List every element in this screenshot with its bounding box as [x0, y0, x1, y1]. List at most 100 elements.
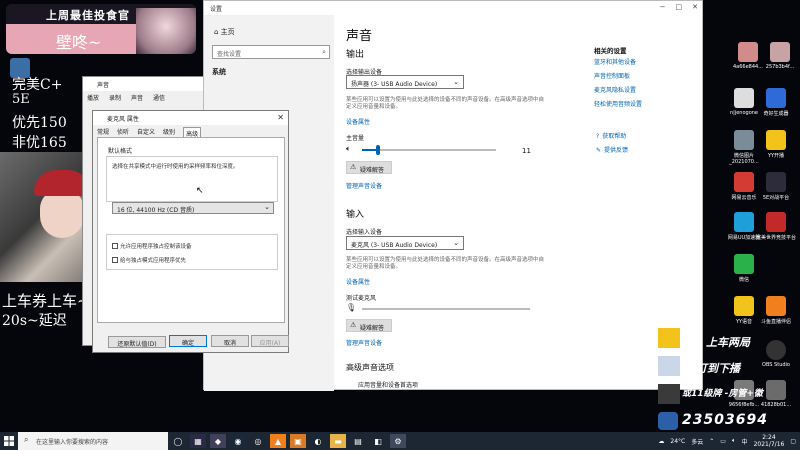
input-device-label: 选择输入设备	[346, 229, 383, 236]
promo-line-2: 20s~延迟	[2, 313, 67, 329]
troubleshoot-label-1: 疑难解答	[360, 167, 385, 174]
start-button[interactable]	[0, 432, 18, 450]
tab-sounds[interactable]: 声音	[131, 93, 143, 102]
desktop-icon-13[interactable]: 斗鱼直播伴侣	[756, 296, 796, 325]
related-link-ease-audio[interactable]: 轻松使用音频设置	[594, 99, 642, 108]
cancel-button[interactable]: 取消	[211, 335, 249, 347]
taskbar-app-1[interactable]: ▦	[190, 434, 206, 448]
overlay-line-1: 完美C+	[12, 77, 63, 93]
netease-music-icon	[734, 172, 754, 192]
manage-devices-link-1[interactable]: 管理声音设备	[346, 181, 382, 190]
steam-icon[interactable]: ◉	[230, 434, 246, 448]
exclusive-mode-group	[106, 234, 278, 270]
nav-home[interactable]: ⌂ 主页	[214, 27, 235, 37]
output-heading: 输出	[346, 50, 365, 60]
checkbox-label-2: 给与独占模式应用程序优先	[120, 258, 187, 264]
desktop-icon-10[interactable]: 完美世界竞技平台	[756, 212, 796, 241]
warning-icon: ⚠	[350, 321, 357, 329]
nav-home-label: 主页	[220, 28, 235, 36]
right-title: 上车两局	[706, 336, 750, 349]
overlay-line-4: 非优165	[12, 135, 67, 151]
related-link-mic-privacy[interactable]: 麦克风隐私设置	[594, 85, 636, 94]
chevron-down-icon: ⌄	[453, 78, 459, 86]
exclusive-priority-checkbox[interactable]: 给与独占模式应用程序优先	[112, 256, 186, 264]
image-icon	[734, 130, 754, 150]
help-link-get-help[interactable]: ? 获取帮助	[596, 131, 626, 140]
related-link-sound-panel[interactable]: 声音控制面板	[594, 71, 630, 80]
volume-tray-icon[interactable]: 🔈︎	[732, 437, 736, 445]
taskbar-app-3[interactable]: ▣	[290, 434, 306, 448]
minimize-icon[interactable]: −	[660, 3, 666, 11]
tab-communications[interactable]: 通信	[153, 93, 165, 102]
desktop-icon-2[interactable]: 257b3b4f...	[760, 42, 800, 70]
fish-icon	[658, 412, 678, 430]
5e-icon	[766, 172, 786, 192]
volume-thumb[interactable]	[376, 145, 380, 155]
yy-icon	[766, 130, 786, 150]
tab-playback[interactable]: 播放	[87, 93, 99, 102]
advanced-app-volume[interactable]: 应用音量和设备首选项	[358, 380, 418, 389]
taskbar-app-4[interactable]: ▤	[350, 434, 366, 448]
default-format-desc: 选择在共享模式中运行时使用的采样频率和位深度。	[112, 164, 239, 170]
banner-name: 壁咚~	[6, 24, 146, 54]
exclusive-control-checkbox[interactable]: 允许应用程序独占控制该设备	[112, 242, 192, 250]
nav-system[interactable]: 系统	[212, 67, 226, 77]
input-device-dropdown[interactable]: 麦克风 (3- USB Audio Device) ⌄	[346, 236, 464, 250]
task-view-icon[interactable]: ◯	[170, 434, 186, 448]
device-properties-link-1[interactable]: 设备属性	[346, 117, 370, 126]
desktop-icon-11[interactable]: 微信	[724, 254, 764, 283]
notification-icon[interactable]: ▢	[790, 438, 796, 445]
desktop-icon-8[interactable]: 5E对战平台	[756, 172, 796, 201]
douyu-taskbar-icon[interactable]: ▲	[270, 434, 286, 448]
ime-indicator[interactable]: 中	[742, 437, 748, 446]
network-tray-icon[interactable]: ▭	[720, 438, 726, 445]
search-icon: ⌕	[24, 435, 29, 444]
chrome-icon[interactable]: ◎	[250, 434, 266, 448]
close-icon[interactable]: ✕	[692, 3, 698, 11]
advanced-panel: 默认格式 选择在共享模式中运行时使用的采样频率和位深度。 16 位, 44100…	[97, 137, 285, 348]
taskbar-search-input[interactable]: ⌕ 在这里输入你要搜索的内容	[18, 432, 168, 450]
device-properties-link-2[interactable]: 设备属性	[346, 277, 370, 286]
close-icon[interactable]: ✕	[277, 113, 284, 122]
clock[interactable]: 2:24 2021/7/16	[754, 434, 785, 448]
image-icon	[770, 42, 790, 62]
tab-recording[interactable]: 录制	[109, 93, 121, 102]
obs-taskbar-icon[interactable]: ◐	[310, 434, 326, 448]
sound-dialog-tabs: 播放 录制 声音 通信	[87, 93, 165, 102]
master-volume-slider[interactable]	[362, 145, 496, 155]
help-link-feedback[interactable]: ✎ 提供反馈	[596, 145, 628, 154]
maximize-icon[interactable]: □	[676, 3, 683, 11]
troubleshoot-button-1[interactable]: ⚠ 疑难解答	[346, 161, 392, 174]
overlay-line-2: 5E	[12, 92, 30, 107]
tray-chevron-icon[interactable]: ⌃	[709, 438, 714, 445]
taskbar-app-2[interactable]: ◆	[210, 434, 226, 448]
desktop-icon-6[interactable]: YY开播	[756, 130, 796, 159]
desktop-icon-4[interactable]: 奇好生成器	[756, 88, 796, 117]
restore-defaults-button[interactable]: 还原默认值(D)	[108, 336, 166, 348]
taskbar-app-5[interactable]: ◧	[370, 434, 386, 448]
wechat-icon	[734, 254, 754, 274]
checkbox-box	[112, 243, 118, 249]
test-mic-label: 测试麦克风	[346, 295, 377, 302]
system-tray: ☁ 24°C 多云 ⌃ ▭ 🔈︎ 中 2:24 2021/7/16 ▢	[658, 432, 796, 450]
output-device-dropdown[interactable]: 扬声器 (3- USB Audio Device) ⌄	[346, 75, 464, 89]
settings-search-input[interactable]: 查找设置 ⌕	[212, 45, 330, 59]
apply-button[interactable]: 应用(A)	[251, 335, 289, 347]
manage-devices-link-2[interactable]: 管理声音设备	[346, 338, 382, 347]
folder-icon[interactable]: ▬	[330, 434, 346, 448]
perfect-world-icon	[766, 212, 786, 232]
related-link-bluetooth[interactable]: 蓝牙和其他设备	[594, 57, 636, 66]
feedback-icon: ✎	[596, 147, 602, 154]
input-heading: 输入	[346, 210, 365, 220]
ok-button[interactable]: 确定	[169, 335, 207, 347]
mic-properties-dialog: 麦克风 属性 ✕ 常规 侦听 自定义 级别 高级 默认格式 选择在共享模式中运行…	[92, 110, 289, 353]
speaker-icon[interactable]: 🔈︎	[346, 144, 351, 154]
weather-icon[interactable]: ☁	[658, 438, 664, 445]
desktop-icon-label: 完美世界竞技平台	[756, 235, 797, 241]
format-select[interactable]: 16 位, 44100 Hz (CD 音质) ⌄	[112, 202, 274, 214]
desktop-icon-label: YY开播	[767, 153, 785, 159]
settings-taskbar-icon[interactable]: ⚙	[390, 434, 406, 448]
troubleshoot-button-2[interactable]: ⚠ 疑难解答	[346, 319, 392, 332]
mic-dialog-title: 麦克风 属性	[93, 111, 288, 125]
microphone-icon: 🎙︎	[346, 303, 357, 312]
